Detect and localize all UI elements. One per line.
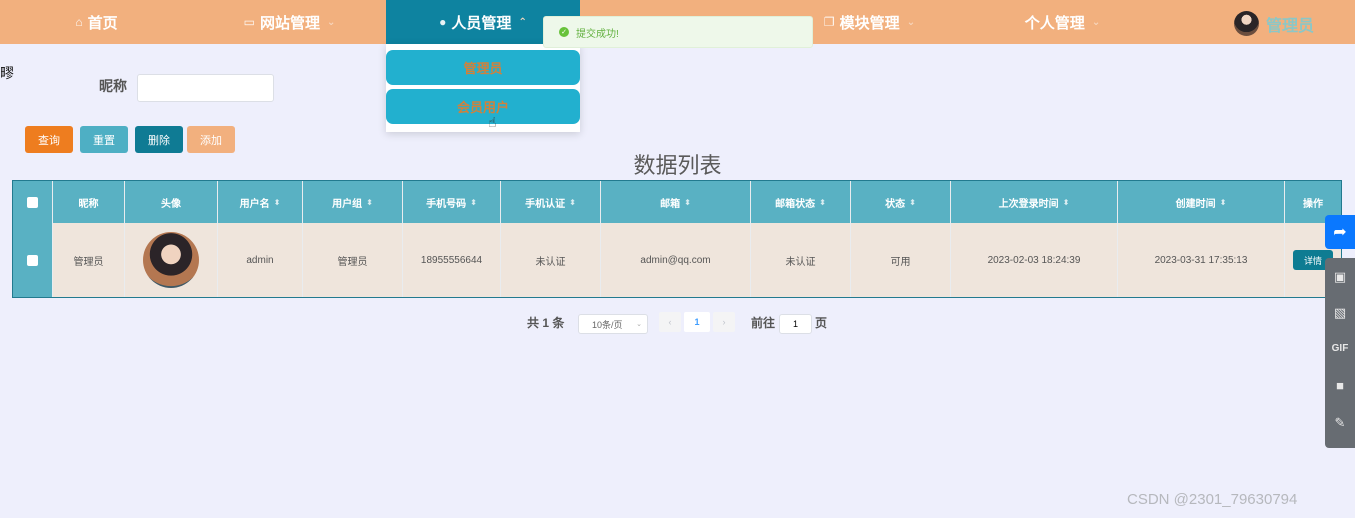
nickname-search-input[interactable] <box>137 74 274 102</box>
chevron-down-icon: ⌄ <box>1091 16 1101 28</box>
list-title: 数据列表 <box>633 153 722 178</box>
nav-item-site-management[interactable]: ▭ 网站管理 ⌄ <box>193 0 386 44</box>
nav-label: 个人管理 <box>1024 14 1085 32</box>
row-select-cell <box>13 223 53 297</box>
chevron-down-icon: ⌄ <box>636 321 642 328</box>
header-avatar: 头像 <box>125 181 218 223</box>
goto-page-input[interactable] <box>779 314 812 334</box>
nav-label: 网站管理 <box>259 14 320 32</box>
header-created[interactable]: 创建时间 ⬍ <box>1118 181 1285 223</box>
nav-label: 首页 <box>87 14 118 32</box>
sort-icon[interactable]: ⬍ <box>569 198 576 207</box>
hand-cursor-icon: ☝ <box>488 114 497 130</box>
user-name[interactable]: 管理员 <box>1266 12 1314 36</box>
next-page-button[interactable]: › <box>713 312 735 332</box>
nav-item-home[interactable]: ⌂ 首页 <box>0 0 193 44</box>
dropdown-item-member-user[interactable]: 会员用户 <box>386 89 580 124</box>
header-phone[interactable]: 手机号码 ⬍ <box>403 181 501 223</box>
cell-email: admin@qq.com <box>601 223 751 297</box>
cell-status: 可用 <box>851 223 951 297</box>
video-icon[interactable]: ■ <box>1325 373 1355 397</box>
sort-icon[interactable]: ⬍ <box>274 198 281 207</box>
page-size-select[interactable]: 10条/页 ⌄ <box>578 314 648 334</box>
header-phone-verify[interactable]: 手机认证 ⬍ <box>501 181 601 223</box>
chevron-right-icon: › <box>722 317 726 327</box>
sort-icon[interactable]: ⬍ <box>819 198 826 207</box>
header-usergroup[interactable]: 用户组 ⬍ <box>303 181 403 223</box>
pen-icon[interactable]: ✎ <box>1325 411 1355 435</box>
pagination-total: 共 1 条 <box>527 316 565 330</box>
dropdown-item-admin[interactable]: 管理员 <box>386 50 580 85</box>
sort-icon[interactable]: ⬍ <box>909 198 916 207</box>
row-checkbox[interactable] <box>27 254 38 266</box>
screenshot-toolbar: ▣ ▧ GIF ■ ✎ <box>1325 258 1355 448</box>
cell-username: admin <box>218 223 303 297</box>
header-nickname: 昵称 <box>53 181 125 223</box>
sort-icon[interactable]: ⬍ <box>366 198 373 207</box>
user-avatar[interactable] <box>1234 11 1259 36</box>
select-all-checkbox[interactable] <box>27 196 38 208</box>
nav-label: 模块管理 <box>839 14 900 32</box>
monitor-icon: ▭ <box>243 15 255 29</box>
nav-label: 人员管理 <box>451 14 512 32</box>
nav-item-personal-management[interactable]: 个人管理 ⌄ <box>966 0 1159 44</box>
cell-phone: 18955556644 <box>403 223 501 297</box>
header-status[interactable]: 状态 ⬍ <box>851 181 951 223</box>
camera-icon[interactable]: ▣ <box>1325 265 1355 289</box>
cell-created: 2023-03-31 17:35:13 <box>1118 223 1285 297</box>
watermark: CSDN @2301_79630794 <box>1127 491 1298 508</box>
user-icon: ● <box>439 15 447 29</box>
chevron-down-icon: ⌄ <box>906 16 916 28</box>
row-avatar-image <box>143 232 199 288</box>
header-username[interactable]: 用户名 ⬍ <box>218 181 303 223</box>
cell-last-login: 2023-02-03 18:24:39 <box>951 223 1118 297</box>
header-email[interactable]: 邮箱 ⬍ <box>601 181 751 223</box>
prev-page-button[interactable]: ‹ <box>659 312 681 332</box>
select-all-cell <box>13 181 53 223</box>
chevron-down-icon: ⌄ <box>326 16 336 28</box>
cell-avatar <box>125 223 218 297</box>
sort-icon[interactable]: ⬍ <box>470 198 477 207</box>
toast-message: 提交成功! <box>576 28 619 40</box>
sort-icon[interactable]: ⬍ <box>1063 198 1070 207</box>
cell-phone-verify: 未认证 <box>501 223 601 297</box>
gif-icon[interactable]: GIF <box>1325 336 1355 360</box>
personnel-dropdown-menu: 管理员 会员用户 <box>386 44 580 132</box>
sort-icon[interactable]: ⬍ <box>684 198 691 207</box>
data-table: 昵称 头像 用户名 ⬍ 用户组 ⬍ 手机号码 ⬍ 手机认证 ⬍ 邮箱 ⬍ 邮箱状态 ⬍ 状态… <box>12 180 1342 298</box>
cell-email-status: 未认证 <box>751 223 851 297</box>
cell-nickname: 管理员 <box>53 223 125 297</box>
header-last-login[interactable]: 上次登录时间 ⬍ <box>951 181 1118 223</box>
image-icon[interactable]: ▧ <box>1325 301 1355 325</box>
share-icon[interactable]: ➦ <box>1325 215 1355 249</box>
page-suffix-label: 页 <box>815 316 828 330</box>
goto-label: 前往 <box>751 316 776 330</box>
copy-icon: ❐ <box>823 15 835 29</box>
header-email-status[interactable]: 邮箱状态 ⬍ <box>751 181 851 223</box>
check-circle-icon: ✓ <box>559 27 569 37</box>
nickname-label: 昵称 <box>99 78 127 94</box>
cell-usergroup: 管理员 <box>303 223 403 297</box>
sort-icon[interactable]: ⬍ <box>1220 198 1227 207</box>
home-icon: ⌂ <box>75 15 83 29</box>
page-size-value: 10条/页 <box>592 319 623 330</box>
chevron-up-icon: ⌃ <box>518 16 527 28</box>
stray-text: 疁 <box>0 65 14 81</box>
chevron-left-icon: ‹ <box>668 317 672 327</box>
page-number-1[interactable]: 1 <box>684 312 710 332</box>
success-toast: ✓ 提交成功! <box>543 16 813 48</box>
